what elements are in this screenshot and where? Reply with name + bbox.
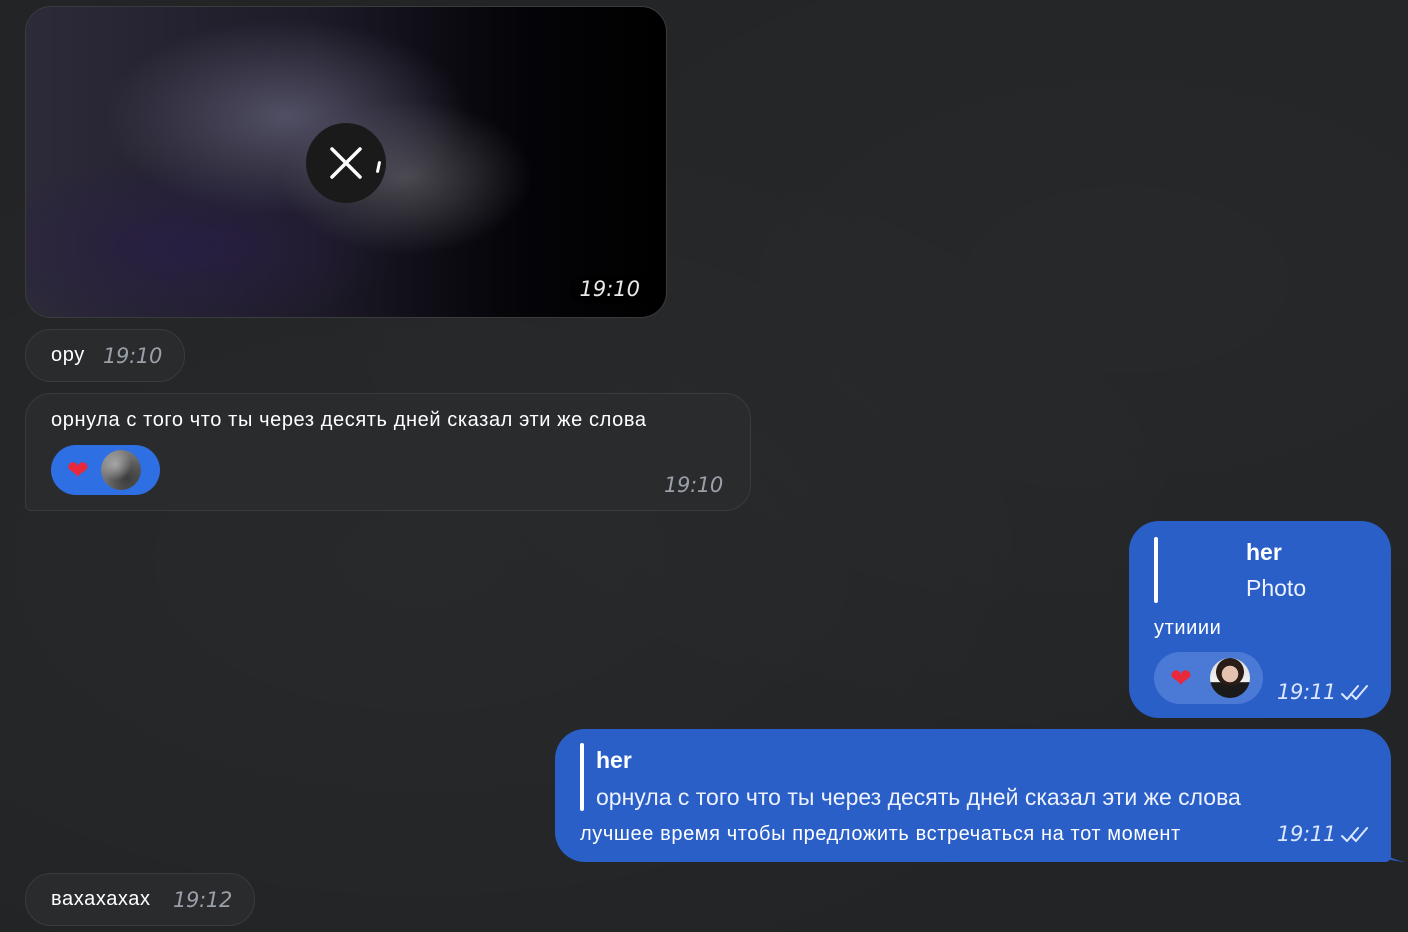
message-time: 19:11: [1277, 822, 1370, 846]
message-time: 19:10: [569, 275, 650, 303]
reply-quote-bar: [580, 743, 584, 811]
message-time: 19:10: [663, 473, 723, 497]
message-time: 19:12: [173, 888, 233, 912]
avatar: [100, 450, 141, 490]
incoming-message[interactable]: вахахахах 19:12: [25, 873, 255, 926]
message-text: лучшее время чтобы предложить встречатьс…: [580, 823, 1181, 845]
media-message[interactable]: 19:10: [25, 6, 667, 318]
incoming-message[interactable]: орнула с того что ты через десять дней с…: [25, 393, 751, 511]
avatar: [1209, 658, 1250, 698]
reply-quote-bar: [1154, 537, 1158, 603]
message-text: орнула с того что ты через десять дней с…: [51, 409, 647, 431]
cancel-download-button[interactable]: [306, 123, 386, 203]
reaction-chip[interactable]: ❤: [1154, 652, 1263, 704]
outgoing-message[interactable]: her орнула с того что ты через десять дн…: [555, 729, 1391, 862]
reaction-chip[interactable]: ❤: [51, 445, 160, 495]
reply-author: her: [1246, 539, 1282, 565]
message-time: 19:11: [1277, 680, 1370, 704]
message-text: ору: [51, 344, 85, 366]
heart-icon: ❤: [1170, 663, 1192, 693]
message-text: вахахахах: [51, 888, 151, 910]
message-time-value: 19:11: [1277, 680, 1337, 704]
message-time-value: 19:11: [1277, 822, 1337, 846]
heart-icon: ❤: [67, 455, 89, 485]
outgoing-message[interactable]: her Photo утииии ❤ 19:11: [1129, 521, 1391, 718]
close-icon: [330, 147, 362, 179]
double-check-icon: [1341, 827, 1369, 842]
incoming-message[interactable]: ору 19:10: [25, 329, 185, 382]
reply-author: her: [596, 747, 632, 773]
message-text: утииии: [1154, 617, 1222, 639]
reply-preview: Photo: [1246, 575, 1307, 601]
message-time: 19:10: [103, 344, 163, 368]
double-check-icon: [1341, 685, 1369, 700]
reply-preview: орнула с того что ты через десять дней с…: [596, 784, 1241, 810]
